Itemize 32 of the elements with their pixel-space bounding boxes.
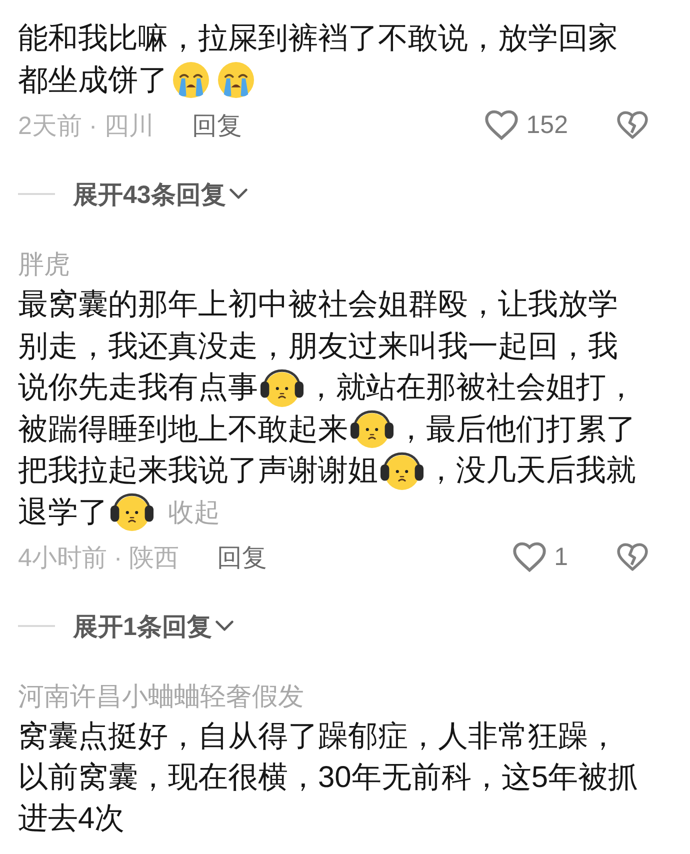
expand-replies-button[interactable]: 展开1条回复 [73,610,234,642]
comment-text: 退学了 [18,494,108,530]
comment-text: 最窝囊的那年上初中被社会姐群殴，让我放学 [18,287,618,323]
headphones-face-icon [379,450,425,492]
comment-text: 窝囊点挺好，自从得了躁郁症，人非常狂躁，以前窝囊，现在很横，30年无前科，这5年被抓进去4次 [18,720,638,835]
like-count: 152 [526,110,568,140]
comment-text: ，就站在那被社会姐打， [306,370,636,406]
comment-text: ，没几天后我就 [426,453,636,489]
headphones-face-icon [109,491,155,534]
comment-text: 把我拉起来我说了声谢谢姐 [18,453,378,489]
comment-text: 都坐成饼了 [18,62,168,98]
comment-time-location: 2天前 · 四川 [18,110,154,142]
like-count: 1 [554,542,568,572]
heart-icon[interactable] [485,110,518,140]
headphones-face-icon [259,366,305,409]
headphones-face-icon [349,408,395,450]
chevron-down-icon [228,188,248,200]
comment-time-location: 4小时前 · 陕西 [18,542,180,574]
crying-face-icon [173,62,209,98]
reply-button[interactable]: 回复 [217,540,268,574]
crying-face-icon [218,62,254,98]
comment-text: 别走，我还真没走，朋友过来叫我一起回，我 [18,328,618,364]
comment-text: 能和我比嘛，拉屎到裤裆了不敢说，放学回家 [18,21,618,57]
comment-text: ，最后他们打累了 [396,412,636,448]
comment-text: 说你先走我有点事 [18,370,258,406]
chevron-down-icon [214,620,234,632]
comment-text: 被踹得睡到地上不敢起来 [18,412,348,448]
expand-replies-button[interactable]: 展开43条回复 [73,178,248,210]
broken-heart-icon[interactable] [617,111,648,139]
reply-button[interactable]: 回复 [192,108,242,142]
heart-icon[interactable] [513,542,546,572]
broken-heart-icon[interactable] [617,543,648,571]
